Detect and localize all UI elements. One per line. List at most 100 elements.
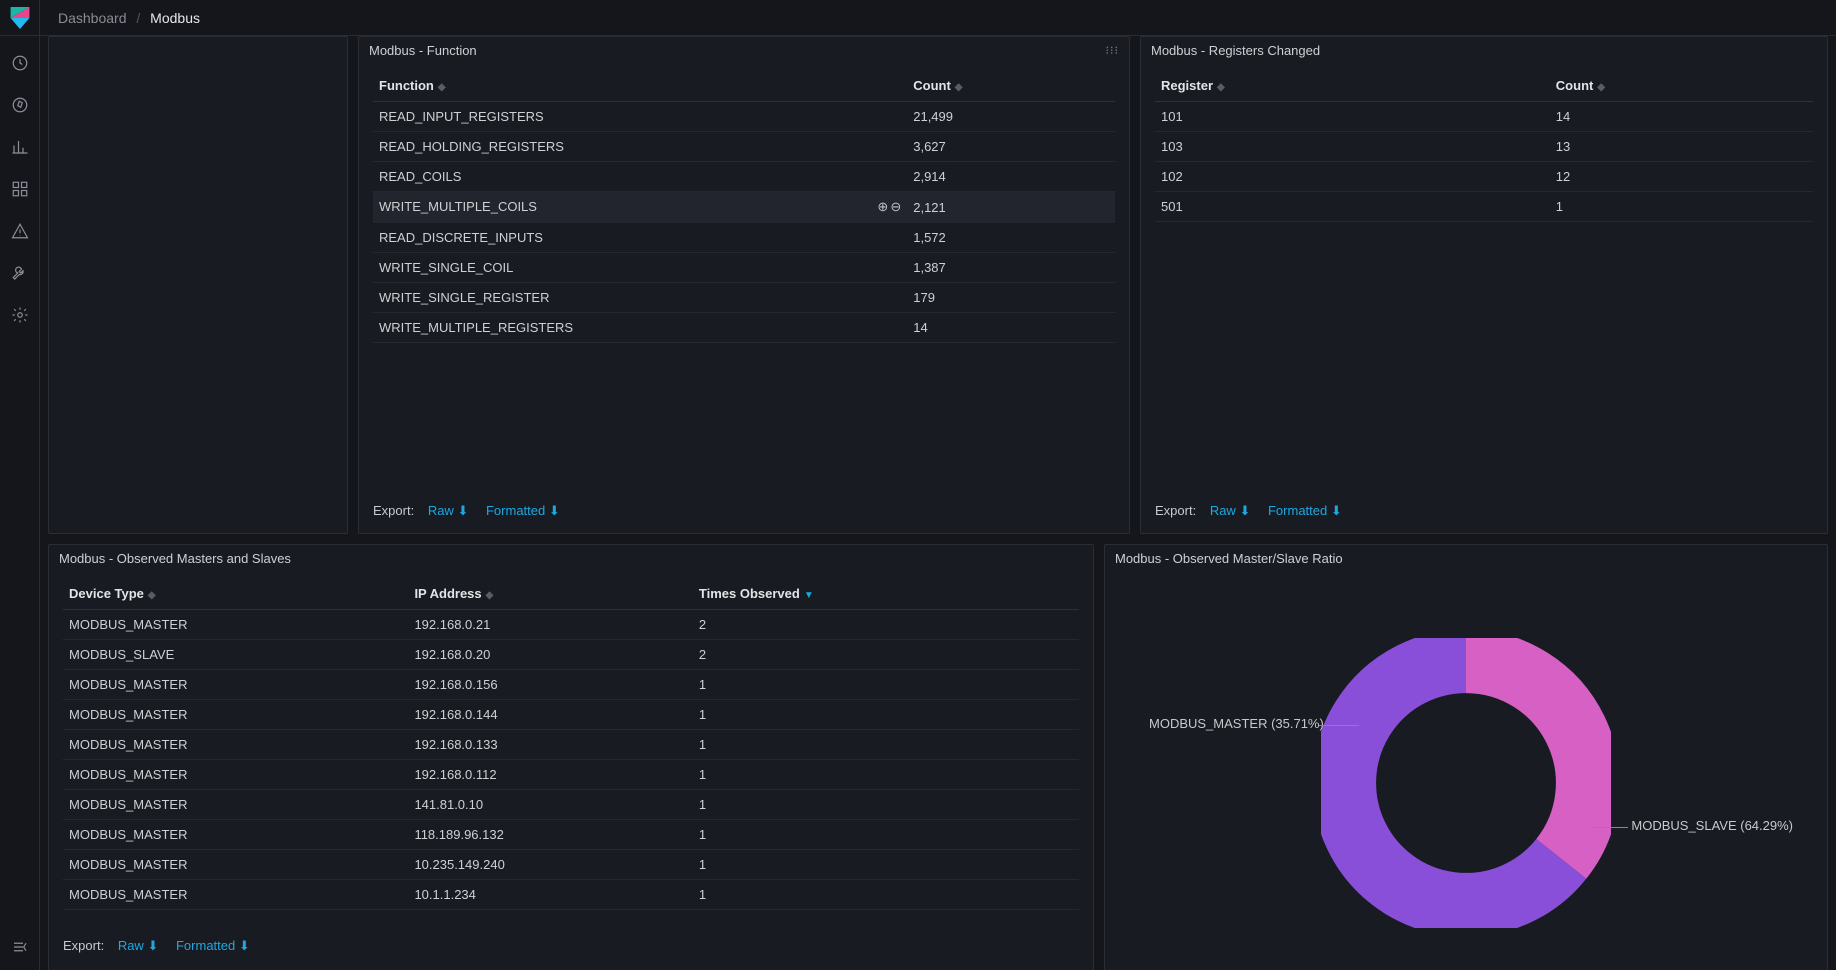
cell-register: 501 <box>1155 192 1550 222</box>
table-row[interactable]: MODBUS_MASTER192.168.0.1121 <box>63 760 1079 790</box>
export-label: Export: <box>373 503 414 518</box>
table-row[interactable]: 5011 <box>1155 192 1813 222</box>
table-row[interactable]: MODBUS_MASTER141.81.0.101 <box>63 790 1079 820</box>
table-row[interactable]: READ_DISCRETE_INPUTS1,572 <box>373 223 1115 253</box>
table-row[interactable]: WRITE_MULTIPLE_COILS⊕⊖2,121 <box>373 192 1115 223</box>
breadcrumb: Dashboard / Modbus <box>40 10 200 26</box>
registers-table: Register◆ Count◆ 1011410313102125011 <box>1155 70 1813 222</box>
col-count[interactable]: Count <box>1556 78 1594 93</box>
breadcrumb-current: Modbus <box>150 10 200 26</box>
cell-count: 2,121 <box>907 192 1115 223</box>
sort-icon[interactable]: ◆ <box>955 82 963 93</box>
cell-device: MODBUS_MASTER <box>63 730 408 760</box>
cell-device: MODBUS_MASTER <box>63 880 408 910</box>
cell-ip: 192.168.0.156 <box>408 670 692 700</box>
cell-device: MODBUS_SLAVE <box>63 640 408 670</box>
panel-menu-icon[interactable]: ⁝⁝⁝ <box>1106 44 1120 57</box>
table-row[interactable]: READ_INPUT_REGISTERS21,499 <box>373 102 1115 132</box>
export-label: Export: <box>1155 503 1196 518</box>
sort-icon[interactable]: ◆ <box>438 82 446 93</box>
donut-svg <box>1321 638 1611 928</box>
zoom-out-icon[interactable]: ⊖ <box>890 199 901 214</box>
panel-registers: Modbus - Registers Changed Register◆ Cou… <box>1140 36 1828 534</box>
export-formatted-link[interactable]: Formatted ⬇ <box>176 938 250 953</box>
table-row[interactable]: MODBUS_MASTER118.189.96.1321 <box>63 820 1079 850</box>
col-function[interactable]: Function <box>379 78 434 93</box>
sort-desc-icon[interactable]: ▼ <box>804 590 814 601</box>
sort-icon[interactable]: ◆ <box>1217 82 1225 93</box>
cell-ip: 192.168.0.144 <box>408 700 692 730</box>
col-register[interactable]: Register <box>1161 78 1213 93</box>
zoom-in-icon[interactable]: ⊕ <box>877 199 888 214</box>
panel-title: Modbus - Observed Masters and Slaves <box>59 551 291 566</box>
wrench-icon[interactable] <box>11 264 29 282</box>
cell-device: MODBUS_MASTER <box>63 760 408 790</box>
table-row[interactable]: WRITE_SINGLE_COIL1,387 <box>373 253 1115 283</box>
sort-icon[interactable]: ◆ <box>486 590 494 601</box>
leader-line <box>1593 827 1628 828</box>
table-row[interactable]: 10114 <box>1155 102 1813 132</box>
export-formatted-link[interactable]: Formatted ⬇ <box>1268 503 1342 518</box>
table-row[interactable]: MODBUS_MASTER192.168.0.1331 <box>63 730 1079 760</box>
export-label: Export: <box>63 938 104 953</box>
export-formatted-link[interactable]: Formatted ⬇ <box>486 503 560 518</box>
cell-count: 3,627 <box>907 132 1115 162</box>
col-count[interactable]: Count <box>913 78 951 93</box>
col-ip[interactable]: IP Address <box>414 586 481 601</box>
export-raw-link[interactable]: Raw ⬇ <box>118 938 159 953</box>
collapse-icon[interactable] <box>11 938 29 956</box>
cell-times: 1 <box>693 790 1079 820</box>
cell-count: 1,572 <box>907 223 1115 253</box>
sort-icon[interactable]: ◆ <box>148 590 156 601</box>
cell-function: WRITE_MULTIPLE_COILS⊕⊖ <box>373 192 907 223</box>
chart-label-slave: MODBUS_SLAVE (64.29%) <box>1631 818 1793 833</box>
donut-slice[interactable] <box>1466 661 1588 859</box>
alert-icon[interactable] <box>11 222 29 240</box>
clock-icon[interactable] <box>11 54 29 72</box>
table-row[interactable]: 10313 <box>1155 132 1813 162</box>
cell-ip: 192.168.0.20 <box>408 640 692 670</box>
table-row[interactable]: READ_COILS2,914 <box>373 162 1115 192</box>
cell-register: 102 <box>1155 162 1550 192</box>
col-times[interactable]: Times Observed <box>699 586 800 601</box>
cell-times: 1 <box>693 700 1079 730</box>
gear-icon[interactable] <box>11 306 29 324</box>
cell-ip: 10.235.149.240 <box>408 850 692 880</box>
dashboard-icon[interactable] <box>11 180 29 198</box>
table-row[interactable]: MODBUS_MASTER192.168.0.212 <box>63 610 1079 640</box>
cell-ip: 192.168.0.112 <box>408 760 692 790</box>
cell-device: MODBUS_MASTER <box>63 610 408 640</box>
download-icon: ⬇ <box>549 503 560 518</box>
export-raw-link[interactable]: Raw ⬇ <box>1210 503 1251 518</box>
panel-ratio: Modbus - Observed Master/Slave Ratio MOD… <box>1104 544 1828 970</box>
function-table: Function ◆ Count ◆ READ_INPUT_REGISTERS21,… <box>373 70 1115 343</box>
table-row[interactable]: MODBUS_MASTER192.168.0.1441 <box>63 700 1079 730</box>
app-logo[interactable] <box>0 0 40 36</box>
bar-chart-icon[interactable] <box>11 138 29 156</box>
sort-icon[interactable]: ◆ <box>1597 82 1605 93</box>
cell-times: 1 <box>693 670 1079 700</box>
download-icon: ⬇ <box>239 938 250 953</box>
table-row[interactable]: WRITE_SINGLE_REGISTER179 <box>373 283 1115 313</box>
export-line: Export: Raw ⬇ Formatted ⬇ <box>1155 489 1813 523</box>
breadcrumb-parent[interactable]: Dashboard <box>58 10 127 26</box>
table-row[interactable]: MODBUS_MASTER192.168.0.1561 <box>63 670 1079 700</box>
table-row[interactable]: MODBUS_SLAVE192.168.0.202 <box>63 640 1079 670</box>
export-line: Export: Raw ⬇ Formatted ⬇ <box>373 489 1115 523</box>
cell-function: WRITE_SINGLE_COIL <box>373 253 907 283</box>
export-raw-link[interactable]: Raw ⬇ <box>428 503 469 518</box>
cell-count: 14 <box>1550 102 1813 132</box>
table-row[interactable]: MODBUS_MASTER10.235.149.2401 <box>63 850 1079 880</box>
cell-count: 179 <box>907 283 1115 313</box>
table-row[interactable]: READ_HOLDING_REGISTERS3,627 <box>373 132 1115 162</box>
compass-icon[interactable] <box>11 96 29 114</box>
table-row[interactable]: MODBUS_MASTER10.1.1.2341 <box>63 880 1079 910</box>
table-row[interactable]: 10212 <box>1155 162 1813 192</box>
panel-title: Modbus - Observed Master/Slave Ratio <box>1115 551 1343 566</box>
masters-slaves-table: Device Type ◆ IP Address ◆ Times Observed ▼… <box>63 578 1079 910</box>
cell-function: READ_COILS <box>373 162 907 192</box>
cell-count: 1,387 <box>907 253 1115 283</box>
col-device[interactable]: Device Type <box>69 586 144 601</box>
table-row[interactable]: WRITE_MULTIPLE_REGISTERS14 <box>373 313 1115 343</box>
download-icon: ⬇ <box>457 503 468 518</box>
